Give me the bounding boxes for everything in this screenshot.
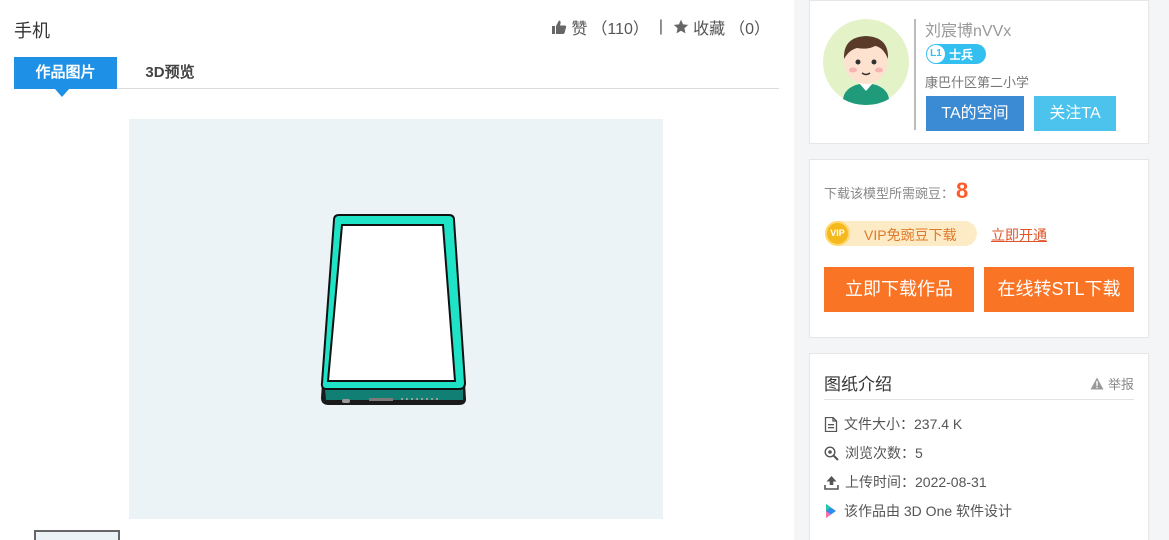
upload-time-label: 上传时间： — [845, 474, 915, 490]
like-count: （110） — [591, 21, 649, 38]
thumbs-up-icon[interactable] — [551, 19, 567, 35]
file-icon — [824, 416, 838, 432]
intro-card: 图纸介绍 举报 文件大小： 237.4 K 浏览次数： 5 上传时间： 2022… — [809, 353, 1149, 540]
upload-icon — [824, 475, 839, 490]
author-name[interactable]: 刘宸博nVVx — [925, 17, 1011, 41]
page-title: 手机 — [14, 21, 50, 41]
software-row: 该作品由 3D One 软件设计 — [824, 501, 1012, 521]
cost-row: 下载该模型所需豌豆： 8 — [824, 178, 968, 204]
ta-space-button[interactable]: TA的空间 — [926, 96, 1024, 131]
model-preview-image[interactable] — [129, 119, 663, 519]
level-badge: L1 士兵 — [926, 44, 986, 64]
action-bar: 赞 （110） | 收藏 （0） — [551, 15, 770, 39]
level-icon: L1 — [927, 45, 945, 63]
preview-thumbnail[interactable] — [34, 530, 120, 540]
report-label: 举报 — [1107, 377, 1134, 392]
file-size-label: 文件大小： — [844, 416, 914, 432]
cost-label: 下载该模型所需豌豆： — [824, 186, 955, 201]
cost-value: 8 — [956, 178, 969, 203]
intro-divider — [824, 399, 1134, 400]
views-label: 浏览次数： — [845, 445, 915, 461]
tab-3d-preview[interactable]: 3D预览 — [131, 57, 209, 89]
author-card: 刘宸博nVVx L1 士兵 康巴什区第二小学 TA的空间 关注TA — [809, 0, 1149, 144]
favorite-label[interactable]: 收藏 — [693, 15, 725, 39]
warning-icon — [1090, 377, 1104, 390]
star-icon[interactable] — [673, 19, 689, 35]
tab-bar: 作品图片 3D预览 — [14, 57, 779, 97]
upload-time-value: 2022-08-31 — [915, 474, 987, 490]
download-button[interactable]: 立即下载作品 — [824, 267, 974, 312]
3done-logo-icon — [826, 504, 836, 518]
vip-download-text: VIP免豌豆下载 — [864, 227, 957, 243]
rank-label: 士兵 — [949, 47, 974, 62]
views-icon — [824, 445, 839, 461]
tab-images[interactable]: 作品图片 — [14, 57, 117, 97]
views-row: 浏览次数： 5 — [824, 443, 923, 463]
file-size-value: 237.4 K — [914, 416, 963, 432]
vip-coin-icon: VIP — [825, 221, 850, 246]
stl-download-button[interactable]: 在线转STL下载 — [984, 267, 1134, 312]
author-school: 康巴什区第二小学 — [925, 75, 1030, 90]
follow-button[interactable]: 关注TA — [1034, 96, 1116, 131]
vip-download-pill[interactable]: VIP VIP免豌豆下载 — [825, 221, 977, 246]
action-separator: | — [658, 18, 664, 35]
favorite-count: （0） — [729, 21, 770, 38]
tab-active-caret — [55, 89, 69, 97]
software-label: 该作品由 3D One 软件设计 — [844, 503, 1013, 519]
views-value: 5 — [915, 445, 923, 461]
report-button[interactable]: 举报 — [1090, 374, 1134, 393]
download-card: 下载该模型所需豌豆： 8 VIP VIP免豌豆下载 立即开通 立即下载作品 在线… — [809, 159, 1149, 338]
author-divider — [914, 19, 916, 130]
upload-time-row: 上传时间： 2022-08-31 — [824, 472, 987, 492]
intro-title: 图纸介绍 — [824, 375, 892, 394]
file-size-row: 文件大小： 237.4 K — [824, 414, 962, 434]
open-vip-link[interactable]: 立即开通 — [991, 225, 1047, 245]
avatar[interactable] — [823, 19, 909, 105]
phone-model-render — [320, 214, 467, 405]
like-label[interactable]: 赞 — [571, 15, 587, 39]
tab-images-label: 作品图片 — [35, 64, 96, 81]
main-content: 手机 赞 （110） | 收藏 （0） 作品图片 3D预览 — [0, 0, 794, 540]
